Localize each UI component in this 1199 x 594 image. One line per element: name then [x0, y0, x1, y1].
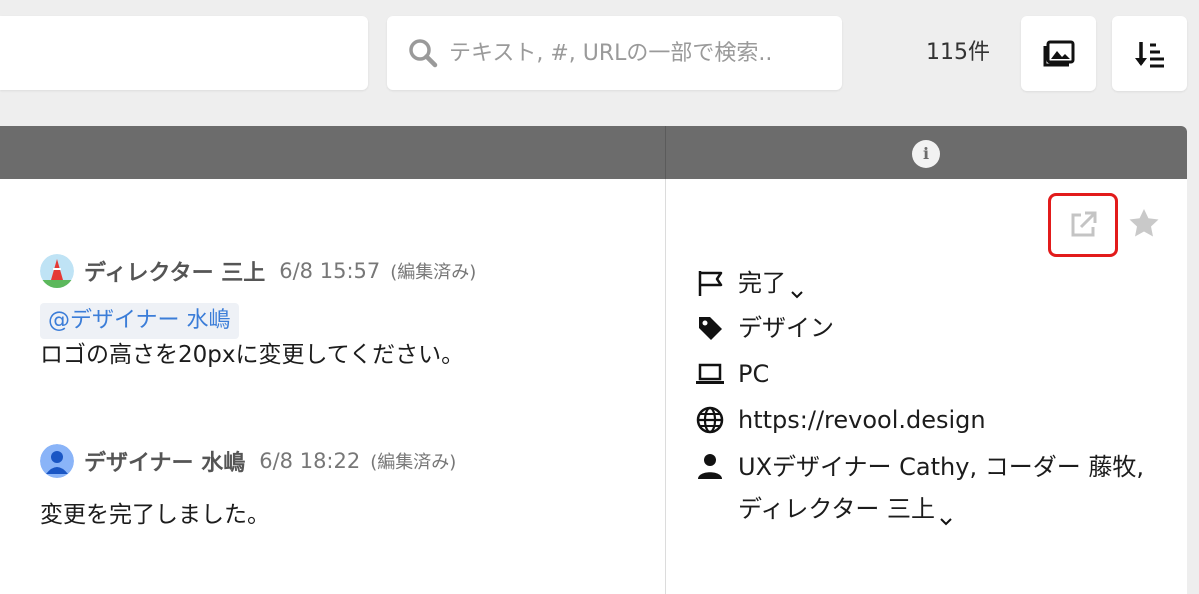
laptop-icon — [696, 363, 724, 384]
sort-icon — [1134, 41, 1164, 67]
tag-row[interactable]: デザイン — [692, 310, 834, 348]
header-divider — [665, 126, 666, 179]
filter-box[interactable] — [0, 16, 368, 90]
search-input[interactable] — [449, 40, 829, 66]
column-divider — [665, 179, 666, 594]
globe-icon — [696, 406, 724, 434]
open-external-button[interactable] — [1048, 193, 1118, 257]
device-row: PC — [692, 356, 769, 394]
status-row[interactable]: 完了 — [692, 265, 806, 303]
url-row: https://revool.design — [692, 402, 986, 440]
star-icon — [1129, 209, 1159, 237]
info-icon[interactable]: i — [912, 140, 940, 168]
url-value[interactable]: https://revool.design — [738, 400, 986, 440]
chevron-down-icon — [937, 501, 955, 526]
edited-label: (編集済み) — [390, 262, 477, 283]
favorite-button[interactable] — [1124, 204, 1164, 244]
status-value: 完了 — [738, 269, 786, 297]
avatar[interactable] — [40, 444, 74, 478]
image-view-button[interactable] — [1021, 16, 1096, 91]
comment-text: ロゴの高さを20pxに変更してください。 — [40, 342, 465, 368]
sort-button[interactable] — [1112, 16, 1187, 91]
edited-label: (編集済み) — [370, 452, 457, 473]
search-icon — [409, 39, 438, 68]
toolbar: 115件 — [0, 0, 1199, 126]
external-link-icon — [1071, 211, 1097, 237]
comment-text: 変更を完了しました。 — [40, 502, 270, 528]
panel-header: i — [0, 126, 1187, 179]
tag-value: デザイン — [738, 314, 834, 342]
device-value: PC — [738, 360, 770, 388]
comment-time: 6/8 18:22 — [259, 449, 361, 473]
flag-icon — [698, 271, 723, 296]
comment-time: 6/8 15:57 — [279, 259, 381, 283]
item-count: 115件 — [926, 40, 990, 65]
person-icon — [698, 454, 722, 479]
comment-header: ディレクター 三上 6/8 15:57 (編集済み) — [40, 253, 476, 289]
members-row[interactable]: UXデザイナー Cathy, コーダー 藤牧, ディレクター 三上 — [692, 448, 1148, 530]
comment-header: デザイナー 水嶋 6/8 18:22 (編集済み) — [40, 443, 456, 479]
search-box[interactable] — [387, 16, 842, 90]
chevron-down-icon — [788, 275, 806, 299]
mention-tag[interactable]: @デザイナー 水嶋 — [40, 303, 239, 339]
comment-author: デザイナー 水嶋 — [84, 451, 246, 476]
comment-item: デザイナー 水嶋 6/8 18:22 (編集済み) 変更を完了しました。 — [40, 443, 456, 531]
tag-icon — [699, 317, 722, 340]
comment-author: ディレクター 三上 — [84, 261, 266, 286]
avatar[interactable] — [40, 254, 74, 288]
comment-item: ディレクター 三上 6/8 15:57 (編集済み) @デザイナー 水嶋 ロゴの… — [40, 253, 476, 371]
image-icon — [1043, 40, 1074, 66]
